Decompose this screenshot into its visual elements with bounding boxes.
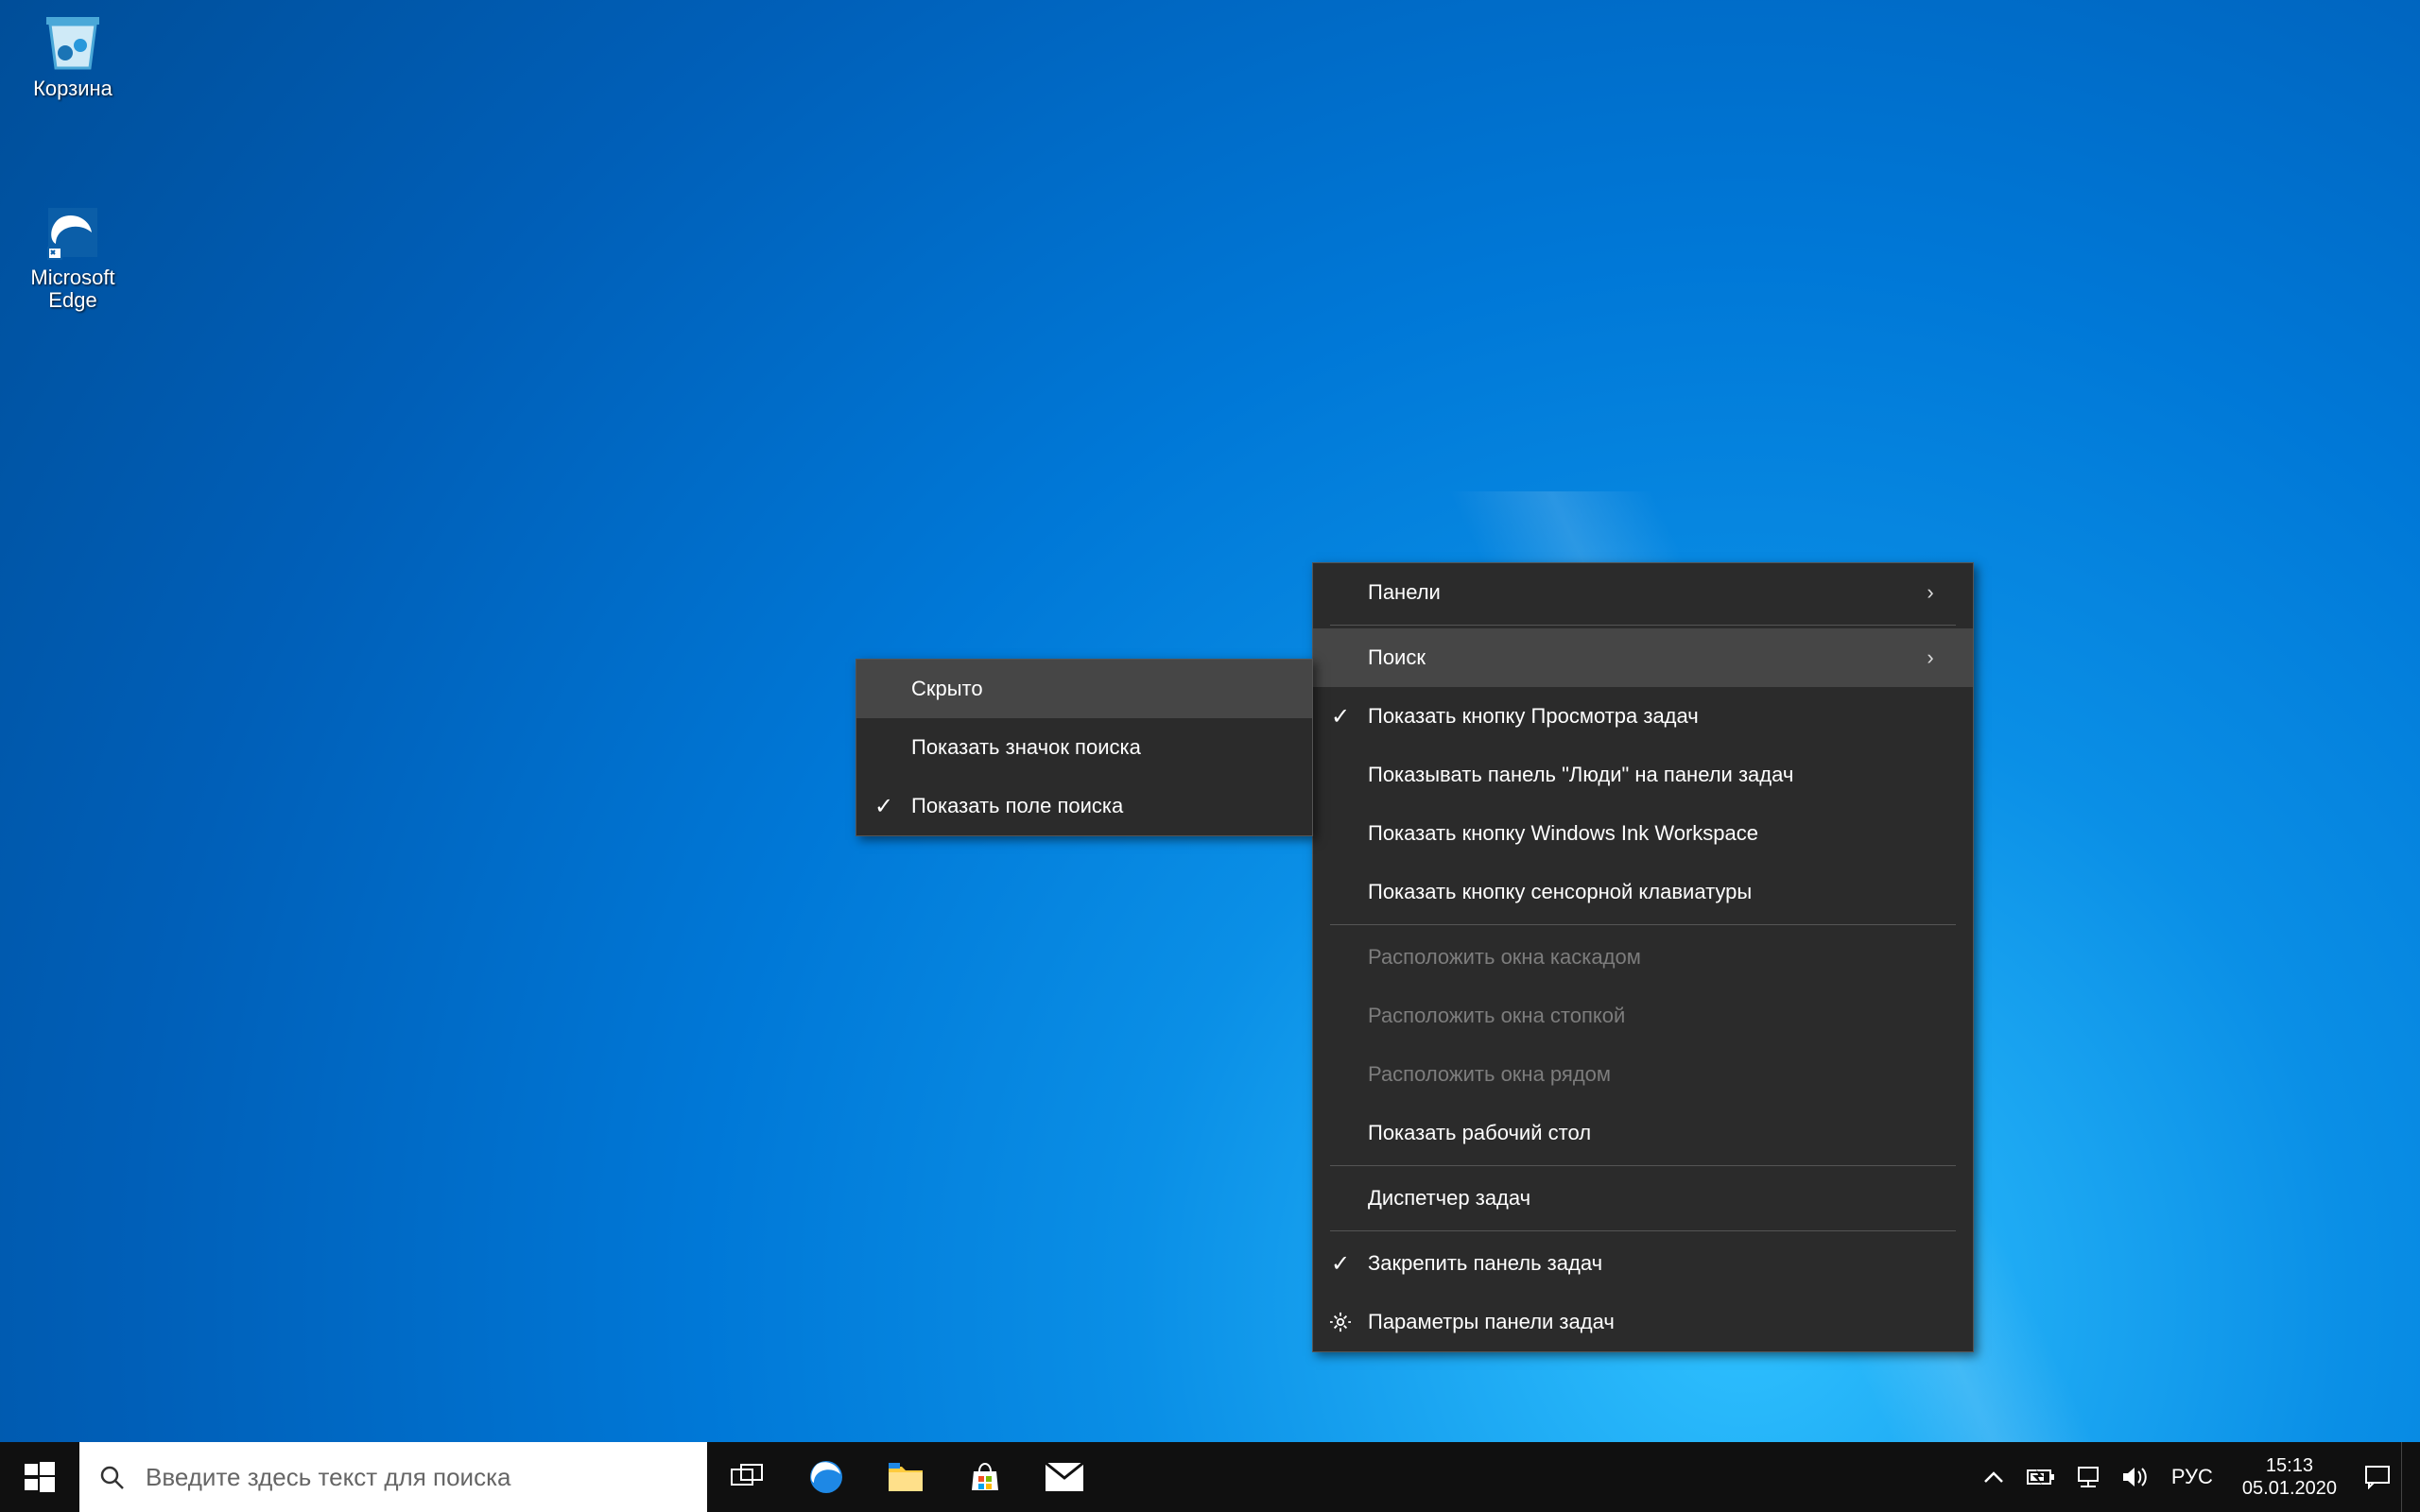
check-icon: ✓ bbox=[1313, 1250, 1368, 1278]
taskbar-context-menu: Панели›Поиск›✓Показать кнопку Просмотра … bbox=[1312, 562, 1974, 1352]
menu-item-label: Панели bbox=[1368, 580, 1910, 605]
ctx-item[interactable]: Панели› bbox=[1313, 563, 1973, 622]
search-icon bbox=[98, 1464, 125, 1490]
gear-icon bbox=[1313, 1312, 1368, 1332]
ctx-item: Расположить окна стопкой bbox=[1313, 987, 1973, 1045]
check-icon: ✓ bbox=[856, 793, 911, 820]
menu-item-label: Показывать панель "Люди" на панели задач bbox=[1368, 763, 1950, 787]
search-placeholder: Введите здесь текст для поиска bbox=[146, 1463, 510, 1492]
menu-item-label: Показать кнопку Windows Ink Workspace bbox=[1368, 821, 1950, 846]
menu-item-label: Расположить окна каскадом bbox=[1368, 945, 1950, 970]
tray-clock[interactable]: 15:13 05.01.2020 bbox=[2225, 1454, 2354, 1500]
ctx-item[interactable]: ✓Показать кнопку Просмотра задач bbox=[1313, 687, 1973, 746]
tray-time: 15:13 bbox=[2266, 1454, 2313, 1477]
desktop-icon-edge[interactable]: Microsoft Edge bbox=[11, 202, 134, 312]
sub-item-1[interactable]: Показать значок поиска bbox=[856, 718, 1312, 777]
menu-item-label: Поиск bbox=[1368, 645, 1910, 670]
menu-item-label: Расположить окна рядом bbox=[1368, 1062, 1950, 1087]
taskbar[interactable]: Введите здесь текст для поиска bbox=[0, 1442, 2420, 1512]
ctx-item: Расположить окна рядом bbox=[1313, 1045, 1973, 1104]
tray-network-icon[interactable] bbox=[2065, 1442, 2112, 1512]
tray-action-center-icon[interactable] bbox=[2354, 1442, 2401, 1512]
tray-volume-icon[interactable] bbox=[2112, 1442, 2159, 1512]
ctx-item[interactable]: Параметры панели задач bbox=[1313, 1293, 1973, 1351]
tray-date: 05.01.2020 bbox=[2242, 1477, 2337, 1500]
menu-item-label: Показать значок поиска bbox=[911, 735, 1289, 760]
taskbar-app-edge[interactable] bbox=[786, 1442, 866, 1512]
tray-language[interactable]: РУС bbox=[2159, 1442, 2225, 1512]
recycle-bin-icon bbox=[35, 13, 111, 74]
menu-item-label: Диспетчер задач bbox=[1368, 1186, 1950, 1211]
desktop-icon-recycle-bin[interactable]: Корзина bbox=[11, 13, 134, 100]
ctx-item[interactable]: Диспетчер задач bbox=[1313, 1169, 1973, 1228]
menu-item-label: Расположить окна стопкой bbox=[1368, 1004, 1950, 1028]
show-desktop-button[interactable] bbox=[2401, 1442, 2412, 1512]
system-tray: РУС 15:13 05.01.2020 bbox=[1962, 1442, 2420, 1512]
ctx-item[interactable]: Показать рабочий стол bbox=[1313, 1104, 1973, 1162]
chevron-right-icon: › bbox=[1910, 580, 1950, 605]
task-view-button[interactable] bbox=[707, 1442, 786, 1512]
menu-item-label: Параметры панели задач bbox=[1368, 1310, 1950, 1334]
desktop[interactable]: Корзина Microsoft Edge Панели›Поиск›✓Пок… bbox=[0, 0, 2420, 1512]
ctx-item[interactable]: Показывать панель "Люди" на панели задач bbox=[1313, 746, 1973, 804]
sub-item-2[interactable]: ✓Показать поле поиска bbox=[856, 777, 1312, 835]
search-submenu: Скрыто Показать значок поиска ✓Показать по… bbox=[856, 659, 1313, 836]
ctx-item[interactable]: Показать кнопку Windows Ink Workspace bbox=[1313, 804, 1973, 863]
check-icon: ✓ bbox=[1313, 703, 1368, 730]
edge-icon bbox=[35, 202, 111, 263]
ctx-item[interactable]: ✓Закрепить панель задач bbox=[1313, 1234, 1973, 1293]
taskbar-app-store[interactable] bbox=[945, 1442, 1025, 1512]
ctx-item: Расположить окна каскадом bbox=[1313, 928, 1973, 987]
taskbar-app-mail[interactable] bbox=[1025, 1442, 1104, 1512]
menu-item-label: Скрыто bbox=[911, 677, 1289, 701]
ctx-item[interactable]: Показать кнопку сенсорной клавиатуры bbox=[1313, 863, 1973, 921]
desktop-icon-label: Microsoft Edge bbox=[11, 266, 134, 312]
taskbar-app-explorer[interactable] bbox=[866, 1442, 945, 1512]
ctx-item[interactable]: Поиск› bbox=[1313, 628, 1973, 687]
chevron-right-icon: › bbox=[1910, 645, 1950, 670]
menu-item-label: Показать кнопку Просмотра задач bbox=[1368, 704, 1950, 729]
tray-power-icon[interactable] bbox=[2017, 1442, 2065, 1512]
menu-item-label: Показать поле поиска bbox=[911, 794, 1289, 818]
sub-item-0[interactable]: Скрыто bbox=[856, 660, 1312, 718]
menu-item-label: Показать кнопку сенсорной клавиатуры bbox=[1368, 880, 1950, 904]
desktop-icon-label: Корзина bbox=[11, 77, 134, 100]
menu-item-label: Показать рабочий стол bbox=[1368, 1121, 1950, 1145]
menu-item-label: Закрепить панель задач bbox=[1368, 1251, 1950, 1276]
start-button[interactable] bbox=[0, 1442, 79, 1512]
tray-overflow-chevron-icon[interactable] bbox=[1970, 1442, 2017, 1512]
search-box[interactable]: Введите здесь текст для поиска bbox=[79, 1442, 707, 1512]
